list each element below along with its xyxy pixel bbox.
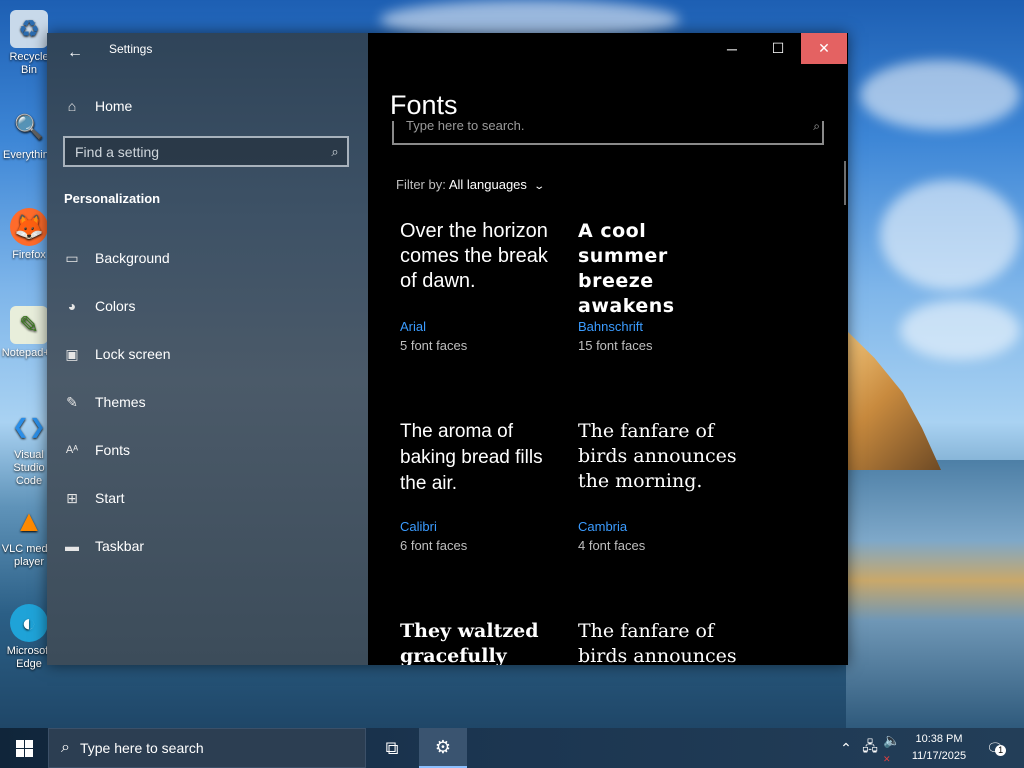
start-icon: ⊞	[66, 489, 78, 506]
sidebar-item-label: Home	[95, 98, 133, 114]
sidebar-item-colors[interactable]: ◕ Colors	[47, 286, 368, 326]
clock-time: 10:38 PM	[915, 733, 963, 745]
clock-date: 11/17/2025	[911, 750, 967, 762]
sidebar-item-themes[interactable]: ✎ Themes	[47, 382, 368, 422]
search-icon[interactable]: ⌕	[323, 144, 347, 160]
font-card-cambria[interactable]: The fanfare of birds announces the morni…	[578, 419, 738, 553]
filter-value: All languages	[448, 177, 527, 192]
notification-icon: 🗨 1	[986, 740, 1007, 757]
themes-icon: ✎	[66, 393, 78, 410]
action-center-button[interactable]: 🗨 1	[978, 728, 1012, 768]
chevron-up-icon: ⌃	[840, 739, 852, 756]
recycle-bin-icon: ♻	[10, 10, 48, 48]
sidebar-item-lock-screen[interactable]: ▣ Lock screen	[47, 334, 368, 374]
sidebar-item-start[interactable]: ⊞ Start	[47, 478, 368, 518]
gear-icon: ⚙	[434, 736, 452, 757]
close-button[interactable]: ✕	[801, 33, 847, 64]
filter-label: Filter by:	[396, 177, 446, 192]
notepad-plus-plus-icon: ✎	[10, 306, 48, 344]
sidebar-item-label: Colors	[95, 298, 136, 314]
page-title: Fonts	[390, 90, 458, 120]
fonts-page: ─ ☐ ✕ Fonts ⌕ Filter by:All languages ⌄ O…	[368, 33, 848, 665]
task-view-icon: ⧉	[385, 737, 399, 758]
vlc-icon: ▲	[14, 504, 44, 538]
sidebar-item-fonts[interactable]: Aᴬ Fonts	[47, 430, 368, 470]
lock-screen-icon: ▣	[65, 345, 79, 362]
notification-badge: 1	[995, 744, 1007, 756]
settings-sidebar: ← Settings ⌂ Home ⌕ Personalization ▭ Ba…	[47, 33, 368, 665]
picture-icon: ▭	[65, 249, 79, 266]
edge-icon: ◐	[10, 604, 48, 642]
find-setting-search: ⌕	[63, 136, 349, 167]
settings-taskbar-button[interactable]: ⚙	[419, 728, 467, 768]
cloud	[860, 60, 1020, 130]
font-faces-count: 4 font faces	[578, 538, 646, 553]
find-setting-input[interactable]	[65, 142, 323, 161]
cloud	[900, 300, 1020, 360]
show-hidden-icons-button[interactable]: ⌃	[836, 728, 856, 768]
font-faces-count: 6 font faces	[400, 538, 468, 553]
font-card-arial[interactable]: Over the horizon comes the break of dawn…	[400, 219, 560, 353]
font-card-partial[interactable]: The fanfare of birds announces	[578, 619, 738, 665]
everything-search-icon: 🔍	[14, 113, 44, 141]
window-title: Settings	[109, 42, 153, 56]
font-sample-text: The fanfare of birds announces the morni…	[578, 420, 737, 492]
sidebar-item-home[interactable]: ⌂ Home	[47, 86, 368, 126]
taskbar: ⌕ Type here to search ⧉ ⚙ ⌃ 🖧 🔈✕ 10:38 P…	[0, 728, 1024, 768]
font-search-box: ⌕	[392, 121, 824, 145]
font-name: Arial	[400, 319, 427, 334]
settings-window: ← Settings ⌂ Home ⌕ Personalization ▭ Ba…	[47, 33, 848, 665]
font-sample-text: A cool summer breeze awakens the…	[578, 220, 675, 317]
chevron-down-icon: ⌄	[533, 181, 545, 192]
section-heading: Personalization	[64, 191, 161, 206]
font-search-input[interactable]	[404, 121, 808, 134]
sidebar-item-label: Background	[95, 250, 170, 266]
palette-icon: ◕	[67, 298, 77, 314]
clock[interactable]: 10:38 PM 11/17/2025	[906, 731, 972, 765]
windows-logo-icon	[15, 739, 33, 757]
volume-muted-icon: 🔈✕	[883, 731, 901, 764]
fonts-icon: Aᴬ	[65, 444, 79, 456]
network-status-button[interactable]: 🖧	[859, 728, 881, 768]
font-name: Bahnschrift	[578, 319, 644, 334]
font-faces-count: 5 font faces	[400, 338, 468, 353]
home-icon: ⌂	[67, 98, 77, 114]
taskbar-search-box[interactable]: ⌕ Type here to search	[48, 728, 366, 768]
sidebar-item-label: Taskbar	[95, 538, 145, 554]
font-sample-text: The fanfare of birds announces	[578, 620, 737, 665]
maximize-button[interactable]: ☐	[755, 33, 801, 64]
sidebar-item-label: Start	[95, 490, 125, 506]
taskbar-icon: ▬	[65, 538, 79, 554]
font-faces-count: 15 font faces	[578, 338, 653, 353]
start-button[interactable]	[0, 728, 48, 768]
sidebar-item-label: Themes	[95, 394, 146, 410]
search-icon: ⌕	[61, 739, 70, 756]
font-sample-text: The aroma of baking bread fills the air.	[400, 421, 543, 494]
task-view-button[interactable]: ⧉	[368, 728, 416, 768]
scrollbar-thumb[interactable]	[844, 161, 846, 205]
sea-background	[846, 460, 1024, 728]
taskbar-search-placeholder: Type here to search	[79, 740, 204, 756]
font-sample-text: Over the horizon comes the break of dawn…	[400, 220, 548, 292]
font-sample-text: They waltzed gracefully	[400, 620, 539, 665]
vscode-icon: ❮❯	[12, 415, 46, 438]
network-icon: 🖧	[862, 738, 878, 754]
sidebar-item-taskbar[interactable]: ▬ Taskbar	[47, 526, 368, 566]
minimize-button[interactable]: ─	[709, 33, 755, 64]
back-arrow-icon[interactable]: ←	[63, 41, 87, 65]
sidebar-item-background[interactable]: ▭ Background	[47, 238, 368, 278]
font-name: Cambria	[578, 519, 628, 534]
sidebar-item-label: Fonts	[95, 442, 131, 458]
cloud	[880, 180, 1020, 290]
font-card-bahnschrift[interactable]: A cool summer breeze awakens the… Bahnsc…	[578, 219, 738, 353]
search-icon[interactable]: ⌕	[813, 121, 820, 134]
volume-button[interactable]: 🔈✕	[883, 728, 905, 768]
language-filter-dropdown[interactable]: Filter by: All languages ⌄	[396, 177, 545, 192]
firefox-icon: 🦊	[10, 208, 48, 246]
font-card-calibri[interactable]: The aroma of baking bread fills the air.…	[400, 419, 560, 553]
font-card-partial[interactable]: They waltzed gracefully	[400, 619, 560, 665]
sidebar-item-label: Lock screen	[95, 346, 171, 362]
font-name: Calibri	[400, 519, 437, 534]
